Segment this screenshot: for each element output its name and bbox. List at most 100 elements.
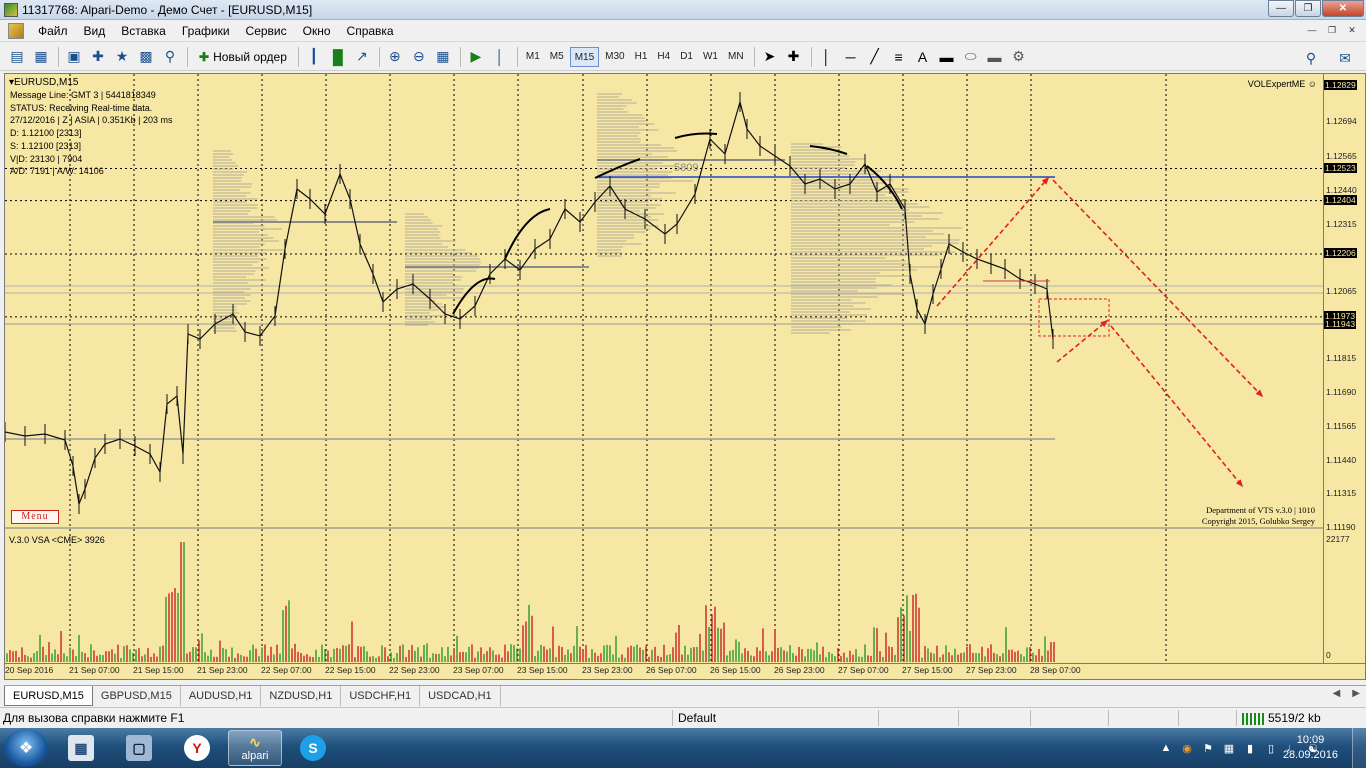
projection-arrow-small-up xyxy=(1056,319,1109,363)
zoom-in-icon[interactable]: ⊕ xyxy=(384,46,406,68)
taskbar-calculator[interactable]: ▦ xyxy=(54,730,108,766)
clock-date: 28.09.2016 xyxy=(1282,749,1338,761)
show-desktop-button[interactable] xyxy=(1352,728,1366,768)
timeframe-m5[interactable]: M5 xyxy=(546,47,568,67)
tab-eurusd-m15[interactable]: EURUSD,M15 xyxy=(4,686,93,706)
trend-line-icon[interactable]: ╱ xyxy=(864,46,886,68)
timeframe-m30[interactable]: M30 xyxy=(601,47,628,67)
status-help-text: Для вызова справки нажмите F1 xyxy=(3,711,185,725)
ellipse-tool-icon[interactable]: ⬭ xyxy=(960,46,982,68)
arc-annotation xyxy=(504,208,551,260)
menu-insert[interactable]: Вставка xyxy=(113,20,174,42)
taskbar-yandex[interactable]: Y xyxy=(170,730,224,766)
bar-chart-icon[interactable]: ┃ xyxy=(303,46,325,68)
menu-tools[interactable]: Сервис xyxy=(238,20,295,42)
clock-time: 10:09 xyxy=(1296,734,1325,746)
channel-icon[interactable]: ≡ xyxy=(888,46,910,68)
chart-shift-icon[interactable]: │ xyxy=(489,46,511,68)
indicator-max-label: 22177 xyxy=(1326,534,1350,544)
text-tool-icon[interactable]: A xyxy=(912,46,934,68)
menu-window[interactable]: Окно xyxy=(295,20,339,42)
tray-app-icon[interactable]: ◉ xyxy=(1180,741,1194,755)
price-chart[interactable]: ▾EURUSD,M15 Message Line: GMT 3 | 544181… xyxy=(4,73,1324,664)
projection-arrow-small-down xyxy=(1110,325,1244,488)
taskbar-skype[interactable]: S xyxy=(286,730,340,766)
timeframe-m15[interactable]: M15 xyxy=(569,46,600,67)
timeframe-m1[interactable]: M1 xyxy=(522,47,544,67)
label-tool-icon[interactable]: ▬ xyxy=(936,46,958,68)
expert-label[interactable]: VOLExpertME ☺ xyxy=(1248,78,1317,91)
tab-usdcad-h1[interactable]: USDCAD,H1 xyxy=(420,686,501,706)
toolbar-separator xyxy=(297,46,299,67)
mdi-close-button[interactable]: ✕ xyxy=(1344,23,1360,37)
tab-scroll-right-icon[interactable]: ▶ xyxy=(1352,688,1360,699)
title-bar: 11317768: Alpari-Demo - Демо Счет - [EUR… xyxy=(0,0,1366,20)
line-chart-icon[interactable]: ↗ xyxy=(351,46,373,68)
menu-charts[interactable]: Графики xyxy=(174,20,238,42)
time-axis[interactable]: 20 Sep 2016 21 Sep 07:00 21 Sep 15:00 21 Se… xyxy=(4,664,1366,680)
rectangle-tool-icon[interactable]: ▬ xyxy=(984,46,1006,68)
tray-flag-icon[interactable]: ⚑ xyxy=(1201,741,1215,755)
indicator-menu-button[interactable]: Menu xyxy=(11,510,59,524)
taskbar-alpari[interactable]: ∿ alpari xyxy=(228,730,282,766)
tile-windows-icon[interactable]: ▦ xyxy=(432,46,454,68)
toolbar-separator xyxy=(810,46,812,67)
timeframe-mn[interactable]: MN xyxy=(724,47,748,67)
tab-nzdusd-h1[interactable]: NZDUSD,H1 xyxy=(261,686,342,706)
timeframe-h1[interactable]: H1 xyxy=(631,47,652,67)
time-label: 23 Sep 23:00 xyxy=(582,665,633,675)
price-label: 1.12440 xyxy=(1326,184,1357,195)
chat-icon[interactable]: ✉ xyxy=(1334,47,1356,69)
start-button[interactable]: ❖ xyxy=(4,729,48,767)
profiles-icon[interactable]: ▦ xyxy=(30,46,52,68)
tab-scroll-left-icon[interactable]: ◀ xyxy=(1333,688,1341,699)
menu-help[interactable]: Справка xyxy=(339,20,402,42)
indicator-min-label: 0 xyxy=(1326,650,1331,660)
volume-level-label: 5809 xyxy=(674,162,699,174)
smiley-icon: ☺ xyxy=(1307,79,1317,89)
auto-scroll-icon[interactable]: ▶ xyxy=(465,46,487,68)
vertical-line-icon[interactable]: │ xyxy=(816,46,838,68)
terminal-icon[interactable]: ▩ xyxy=(135,46,157,68)
tray-power-icon[interactable]: ▮ xyxy=(1243,741,1257,755)
tray-device-icon[interactable]: ▦ xyxy=(1222,741,1236,755)
search-icon[interactable]: ⚲ xyxy=(1300,47,1322,69)
candlestick-chart-icon[interactable]: █ xyxy=(327,46,349,68)
taskbar: ❖ ▦ ▢ Y ∿ alpari S ▲ ◉ ⚑ ▦ ▮ ▯ ♩ ☯ 10:09 … xyxy=(0,728,1366,768)
tab-gbpusd-m15[interactable]: GBPUSD,M15 xyxy=(93,686,181,706)
price-axis[interactable]: 1.12829 1.12694 1.12565 1.12440 1.12315 1.122… xyxy=(1324,73,1366,664)
mdi-minimize-button[interactable]: — xyxy=(1304,23,1320,37)
chart-info-panel: Message Line: GMT 3 | 5441818349 STATUS:… xyxy=(10,89,172,178)
timeframe-h4[interactable]: H4 xyxy=(653,47,674,67)
new-order-button[interactable]: ✚ Новый ордер xyxy=(192,46,294,68)
horizontal-line-icon[interactable]: ─ xyxy=(840,46,862,68)
projection-arrow-down-head xyxy=(1255,389,1263,397)
data-window-icon[interactable]: ✚ xyxy=(87,46,109,68)
navigator-icon[interactable]: ★ xyxy=(111,46,133,68)
chart-window-icon[interactable] xyxy=(8,22,24,39)
clock[interactable]: 10:09 28.09.2016 xyxy=(1283,733,1338,763)
objects-dropdown-icon[interactable]: ⚙ xyxy=(1008,46,1030,68)
tab-audusd-h1[interactable]: AUDUSD,H1 xyxy=(181,686,262,706)
price-label: 1.12694 xyxy=(1326,116,1357,127)
minimize-button[interactable]: — xyxy=(1268,0,1294,17)
cursor-icon[interactable]: ➤ xyxy=(759,46,781,68)
menu-view[interactable]: Вид xyxy=(76,20,114,42)
strategy-tester-icon[interactable]: ⚲ xyxy=(159,46,181,68)
crosshair-icon[interactable]: ✚ xyxy=(783,46,805,68)
timeframe-w1[interactable]: W1 xyxy=(699,47,722,67)
taskbar-remote-desktop[interactable]: ▢ xyxy=(112,730,166,766)
new-chart-icon[interactable]: ▤ xyxy=(6,46,28,68)
menu-file[interactable]: Файл xyxy=(30,20,76,42)
zoom-out-icon[interactable]: ⊖ xyxy=(408,46,430,68)
indicator-label: V.3.0 VSA <CME> 3926 xyxy=(9,535,105,545)
market-watch-icon[interactable]: ▣ xyxy=(63,46,85,68)
mdi-restore-button[interactable]: ❐ xyxy=(1324,23,1340,37)
tab-usdchf-h1[interactable]: USDCHF,H1 xyxy=(341,686,421,706)
close-button[interactable]: ✕ xyxy=(1322,0,1364,17)
time-label: 22 Sep 07:00 xyxy=(261,665,312,675)
timeframe-d1[interactable]: D1 xyxy=(676,47,697,67)
tray-network-icon[interactable]: ▯ xyxy=(1264,741,1278,755)
tray-expand-icon[interactable]: ▲ xyxy=(1159,741,1173,755)
maximize-button[interactable]: ❐ xyxy=(1295,0,1321,17)
